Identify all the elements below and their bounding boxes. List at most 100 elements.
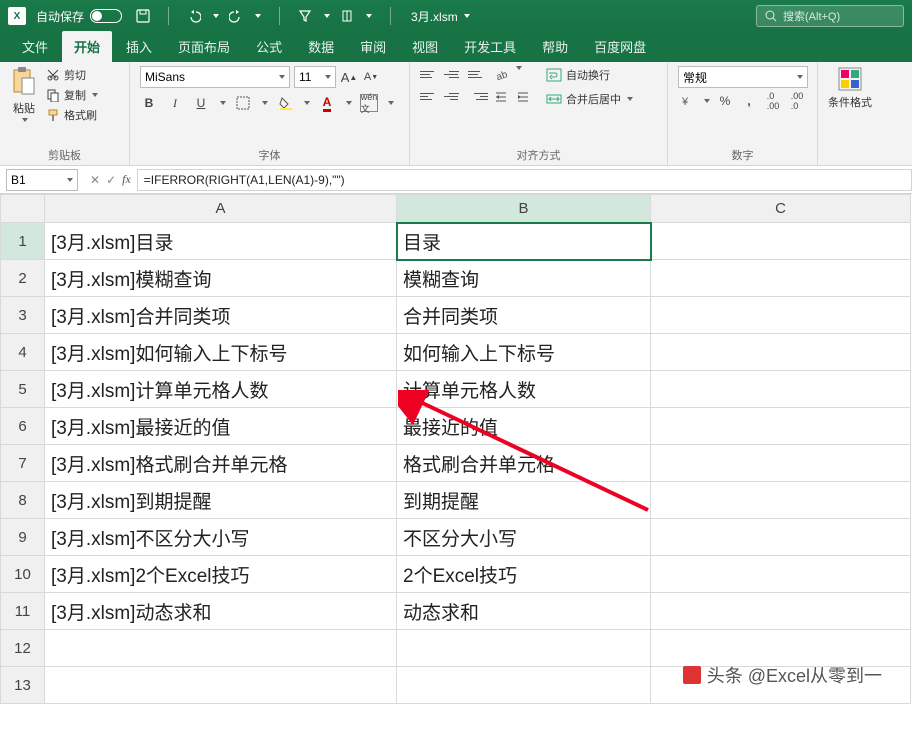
filename-dropdown-icon[interactable] — [464, 14, 470, 18]
filter-dropdown-icon[interactable] — [324, 14, 330, 18]
tab-help[interactable]: 帮助 — [530, 31, 580, 62]
cell-A8[interactable]: [3月.xlsm]到期提醒 — [45, 482, 397, 519]
percent-button[interactable]: % — [716, 92, 734, 110]
accounting-button[interactable]: ¥ — [678, 92, 696, 110]
undo-dropdown-icon[interactable] — [213, 14, 219, 18]
align-center-button[interactable] — [444, 88, 464, 104]
touch-dropdown-icon[interactable] — [366, 14, 372, 18]
tab-baidu[interactable]: 百度网盘 — [582, 31, 658, 62]
cell-B3[interactable]: 合并同类项 — [397, 297, 651, 334]
cell-C10[interactable] — [651, 556, 911, 593]
number-format-combo[interactable]: 常规 — [678, 66, 808, 88]
cell-A9[interactable]: [3月.xlsm]不区分大小写 — [45, 519, 397, 556]
name-box[interactable]: B1 — [6, 169, 78, 191]
row-header[interactable]: 1 — [1, 223, 45, 260]
formula-input[interactable]: =IFERROR(RIGHT(A1,LEN(A1)-9),"") — [137, 169, 912, 191]
tab-formulas[interactable]: 公式 — [244, 31, 294, 62]
cell-B9[interactable]: 不区分大小写 — [397, 519, 651, 556]
cell-C8[interactable] — [651, 482, 911, 519]
tab-review[interactable]: 审阅 — [348, 31, 398, 62]
tab-data[interactable]: 数据 — [296, 31, 346, 62]
row-header[interactable]: 2 — [1, 260, 45, 297]
cell-A1[interactable]: [3月.xlsm]目录 — [45, 223, 397, 260]
cell-A12[interactable] — [45, 630, 397, 667]
indent-increase-button[interactable] — [514, 88, 532, 106]
row-header[interactable]: 3 — [1, 297, 45, 334]
cell-C7[interactable] — [651, 445, 911, 482]
copy-button[interactable]: 复制 — [46, 86, 98, 104]
cell-A7[interactable]: [3月.xlsm]格式刷合并单元格 — [45, 445, 397, 482]
select-all-corner[interactable] — [1, 195, 45, 223]
format-painter-button[interactable]: 格式刷 — [46, 106, 98, 124]
align-left-button[interactable] — [420, 88, 440, 104]
cell-B2[interactable]: 模糊查询 — [397, 260, 651, 297]
row-header[interactable]: 13 — [1, 667, 45, 704]
col-header-A[interactable]: A — [45, 195, 397, 223]
tab-home[interactable]: 开始 — [62, 31, 112, 62]
cell-A13[interactable] — [45, 667, 397, 704]
wrap-text-button[interactable]: 自动换行 — [546, 66, 633, 84]
conditional-formatting-button[interactable]: 条件格式 — [828, 66, 872, 110]
enter-icon[interactable]: ✓ — [106, 173, 116, 187]
col-header-B[interactable]: B — [397, 195, 651, 223]
row-header[interactable]: 12 — [1, 630, 45, 667]
fx-icon[interactable]: fx — [122, 172, 131, 187]
row-header[interactable]: 9 — [1, 519, 45, 556]
col-header-C[interactable]: C — [651, 195, 911, 223]
align-middle-button[interactable] — [444, 66, 464, 82]
align-right-button[interactable] — [468, 88, 488, 104]
cell-C2[interactable] — [651, 260, 911, 297]
autosave-toggle[interactable] — [90, 9, 122, 23]
cell-B6[interactable]: 最接近的值 — [397, 408, 651, 445]
cell-B11[interactable]: 动态求和 — [397, 593, 651, 630]
paste-button[interactable]: 粘贴 — [10, 66, 38, 124]
cell-B12[interactable] — [397, 630, 651, 667]
tab-file[interactable]: 文件 — [10, 31, 60, 62]
merge-center-button[interactable]: 合并后居中 — [546, 90, 633, 108]
comma-button[interactable]: , — [740, 92, 758, 110]
row-header[interactable]: 10 — [1, 556, 45, 593]
fill-color-button[interactable] — [276, 94, 294, 112]
cell-C9[interactable] — [651, 519, 911, 556]
cell-C3[interactable] — [651, 297, 911, 334]
increase-decimal-button[interactable]: .0.00 — [764, 92, 782, 110]
cell-B10[interactable]: 2个Excel技巧 — [397, 556, 651, 593]
paste-dropdown-icon[interactable] — [22, 118, 28, 122]
border-button[interactable] — [234, 94, 252, 112]
row-header[interactable]: 7 — [1, 445, 45, 482]
cancel-icon[interactable]: ✕ — [90, 173, 100, 187]
cell-C5[interactable] — [651, 371, 911, 408]
row-header[interactable]: 5 — [1, 371, 45, 408]
cell-A11[interactable]: [3月.xlsm]动态求和 — [45, 593, 397, 630]
row-header[interactable]: 11 — [1, 593, 45, 630]
orientation-button[interactable]: ab — [492, 66, 510, 84]
font-color-button[interactable]: A — [318, 94, 336, 112]
increase-font-icon[interactable]: A▲ — [340, 68, 358, 86]
save-icon[interactable] — [136, 9, 150, 23]
font-name-combo[interactable]: MiSans — [140, 66, 290, 88]
tab-view[interactable]: 视图 — [400, 31, 450, 62]
row-header[interactable]: 4 — [1, 334, 45, 371]
cell-C12[interactable] — [651, 630, 911, 667]
cell-C11[interactable] — [651, 593, 911, 630]
font-size-combo[interactable]: 11 — [294, 66, 336, 88]
indent-decrease-button[interactable] — [492, 88, 510, 106]
tab-dev[interactable]: 开发工具 — [452, 31, 528, 62]
decrease-decimal-button[interactable]: .00.0 — [788, 92, 806, 110]
cell-A2[interactable]: [3月.xlsm]模糊查询 — [45, 260, 397, 297]
tab-layout[interactable]: 页面布局 — [166, 31, 242, 62]
redo-icon[interactable] — [229, 9, 243, 23]
cell-B4[interactable]: 如何输入上下标号 — [397, 334, 651, 371]
touch-icon[interactable] — [340, 9, 354, 23]
underline-button[interactable]: U — [192, 94, 210, 112]
bold-button[interactable]: B — [140, 94, 158, 112]
cell-A5[interactable]: [3月.xlsm]计算单元格人数 — [45, 371, 397, 408]
align-bottom-button[interactable] — [468, 66, 488, 82]
cell-A3[interactable]: [3月.xlsm]合并同类项 — [45, 297, 397, 334]
filter-icon[interactable] — [298, 9, 312, 23]
cell-A10[interactable]: [3月.xlsm]2个Excel技巧 — [45, 556, 397, 593]
cell-B1[interactable]: 目录 — [397, 223, 651, 260]
italic-button[interactable]: I — [166, 94, 184, 112]
decrease-font-icon[interactable]: A▼ — [362, 68, 380, 86]
cut-button[interactable]: 剪切 — [46, 66, 98, 84]
